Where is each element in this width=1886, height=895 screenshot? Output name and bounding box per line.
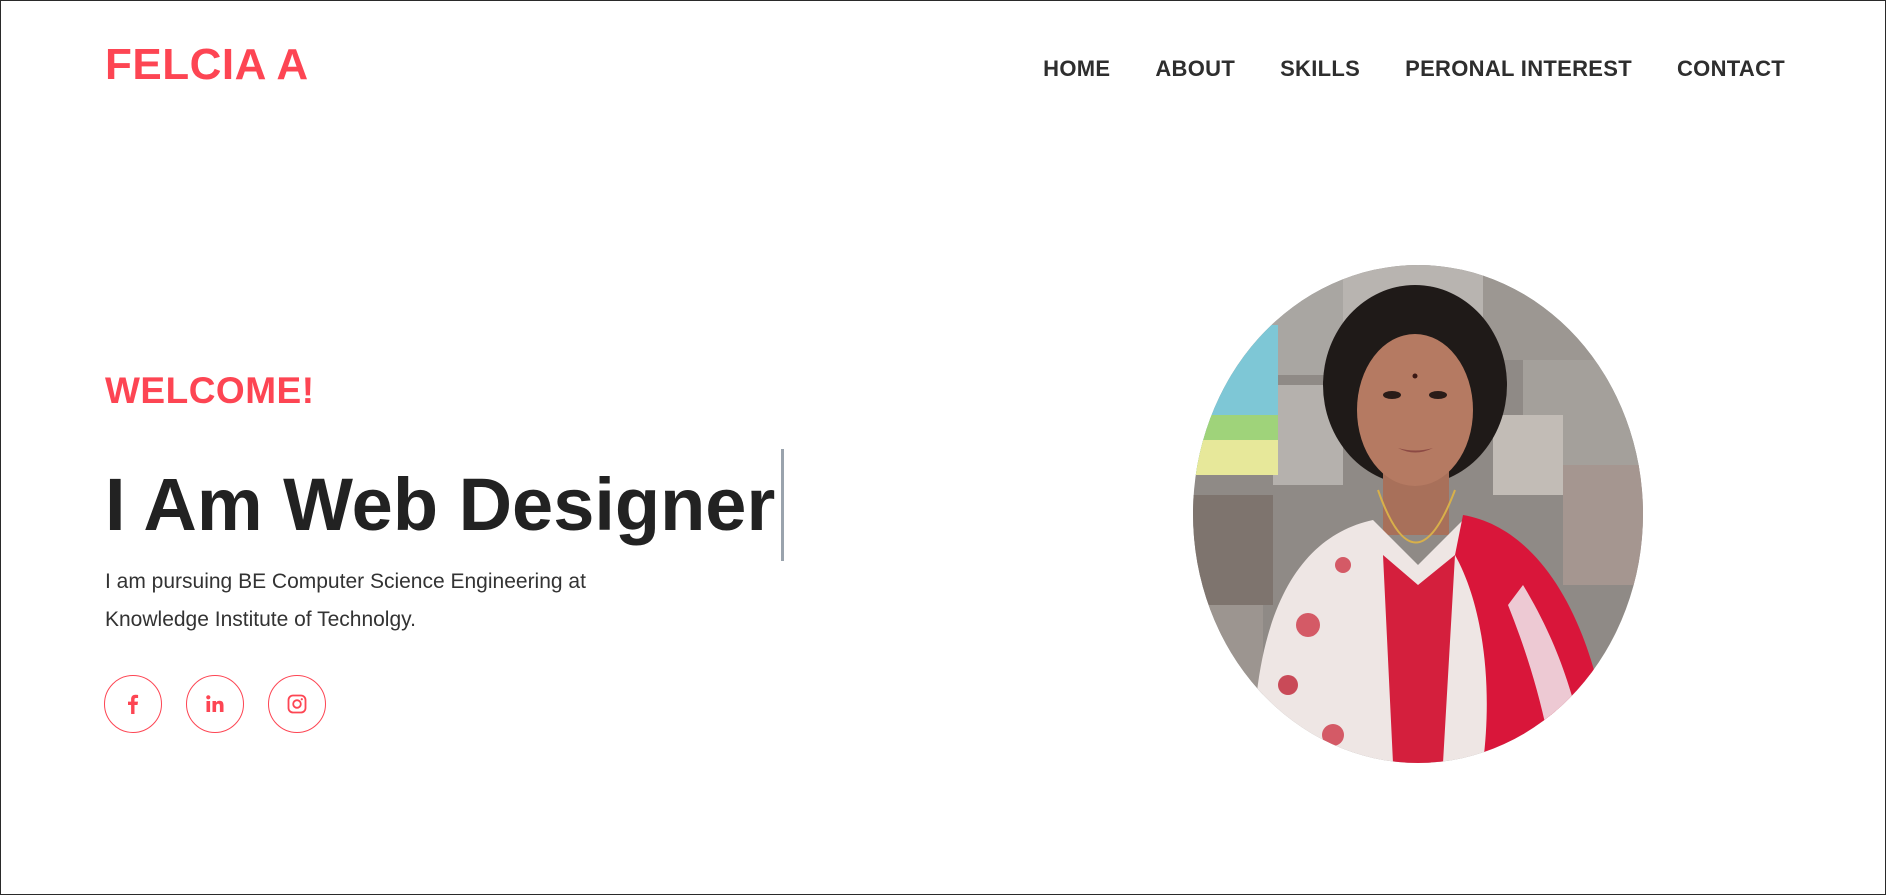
nav-item-contact: CONTACT bbox=[1677, 56, 1785, 82]
nav-item-about: ABOUT bbox=[1155, 56, 1235, 82]
intro-line-2: Knowledge Institute of Technolgy. bbox=[105, 608, 416, 631]
page: FELCIA A HOME ABOUT SKILLS PERONAL INTER… bbox=[0, 0, 1886, 895]
instagram-icon bbox=[287, 694, 307, 714]
nav-link-personal-interest[interactable]: PERONAL INTEREST bbox=[1405, 56, 1632, 81]
facebook-icon bbox=[123, 693, 143, 715]
linkedin-button[interactable] bbox=[186, 675, 244, 733]
linkedin-icon bbox=[204, 693, 226, 715]
nav-item-personal-interest: PERONAL INTEREST bbox=[1405, 56, 1632, 82]
facebook-button[interactable] bbox=[104, 675, 162, 733]
hero-headline: I Am Web Designer bbox=[105, 449, 785, 561]
nav-item-skills: SKILLS bbox=[1280, 56, 1360, 82]
logo[interactable]: FELCIA A bbox=[105, 43, 309, 87]
intro-text: I am pursuing BE Computer Science Engine… bbox=[105, 563, 665, 639]
nav-link-skills[interactable]: SKILLS bbox=[1280, 56, 1360, 81]
profile-photo bbox=[1193, 265, 1643, 763]
instagram-button[interactable] bbox=[268, 675, 326, 733]
nav-link-about[interactable]: ABOUT bbox=[1155, 56, 1235, 81]
intro-line-1: I am pursuing BE Computer Science Engine… bbox=[105, 570, 586, 593]
welcome-text: WELCOME! bbox=[105, 370, 315, 411]
social-links bbox=[104, 675, 326, 733]
nav-item-home: HOME bbox=[1043, 56, 1110, 82]
typing-cursor bbox=[781, 449, 785, 561]
hero-headline-text: I Am Web Designer bbox=[105, 462, 776, 546]
main-nav: HOME ABOUT SKILLS PERONAL INTEREST CONTA… bbox=[1043, 56, 1785, 82]
nav-link-contact[interactable]: CONTACT bbox=[1677, 56, 1785, 81]
nav-link-home[interactable]: HOME bbox=[1043, 56, 1110, 81]
